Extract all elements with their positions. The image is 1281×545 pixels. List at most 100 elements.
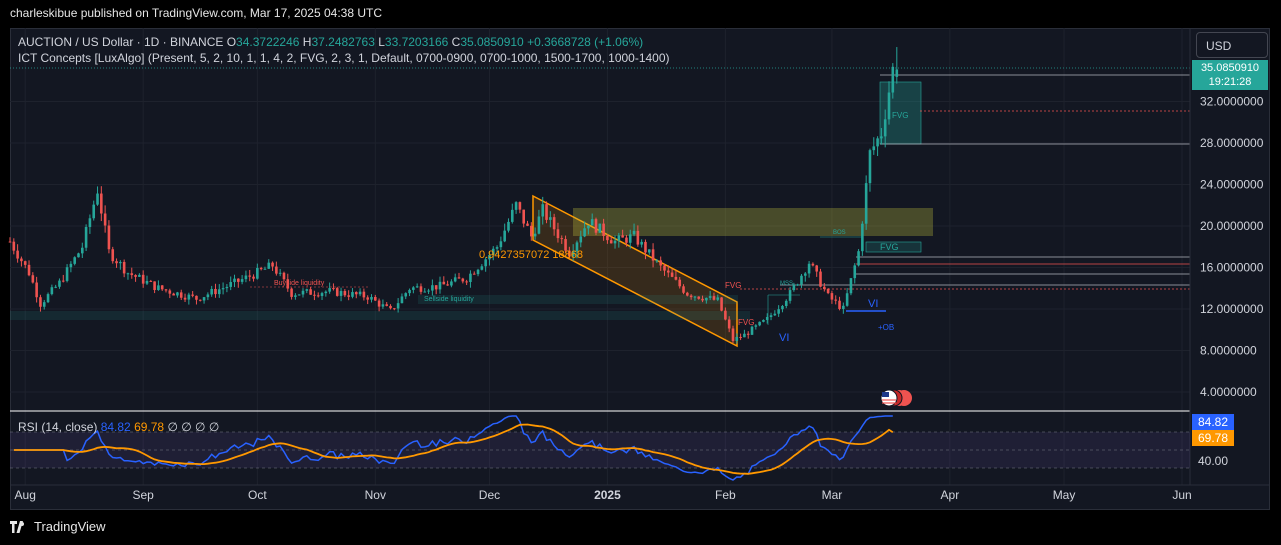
candle-body [731,328,735,341]
candle-body [282,272,286,280]
candle-body [400,296,404,304]
candle-body [609,240,613,244]
candle-body [119,261,122,264]
time-tick: Jun [1172,488,1191,502]
candle-body [130,273,134,276]
candle-body [267,262,271,269]
candle-body [347,295,350,297]
candle-body [666,270,670,273]
candle-body [309,289,312,295]
candle-body [157,285,160,290]
candle-body [594,219,598,233]
candle-body [275,266,278,274]
bos-label: BOS [833,230,846,236]
candle-body [701,298,704,301]
candle-body [693,296,697,298]
candle-body [240,279,244,282]
candle-body [362,291,366,298]
candle-body [689,295,693,298]
empty-value: ∅ [195,420,206,434]
candle-body [46,294,50,303]
candle-body [427,290,430,292]
candle-body [385,304,389,306]
candle-body [84,226,88,248]
time-tick: Aug [15,488,36,502]
time-tick: Sep [133,488,155,502]
candle-body [16,250,19,259]
candle-body [305,289,309,291]
candle-body [153,281,156,290]
candle-body [301,290,305,295]
symbol-name[interactable]: AUCTION / US Dollar · 1D · BINANCE [18,35,223,49]
fvg-label-2: FVG [880,242,899,252]
candle-body [187,294,191,300]
empty-value: ∅ [181,420,192,434]
candle-body [256,267,259,279]
indicator-legend[interactable]: ICT Concepts [LuxAlgo] (Present, 5, 2, 1… [18,51,670,65]
price-tick: 4.0000000 [1200,385,1257,399]
last-price: 35.0850910 [1200,62,1260,74]
candle-body [651,249,655,261]
candle-body [65,267,69,281]
candle-body [290,288,293,297]
candle-body [313,294,316,296]
candle-body [815,265,819,272]
us-flag-icon[interactable] [880,389,912,407]
candle-body [92,204,96,219]
candle-body [160,285,164,290]
candle-body [632,230,636,235]
price-tick: 20.0000000 [1200,219,1264,233]
candle-body [811,263,815,266]
low-label: L [378,35,385,49]
rsi-level-tick: 40.00 [1197,454,1229,468]
currency-button[interactable]: USD [1196,32,1268,58]
time-tick: Mar [822,488,843,502]
candle-body [472,273,476,275]
candle-body [210,288,213,295]
time-tick: May [1053,488,1076,502]
candle-body [606,235,609,241]
candle-body [351,292,354,297]
candle-body [613,240,617,244]
tradingview-brand[interactable]: TradingView [34,519,106,534]
candle-body [408,289,411,294]
candle-body [23,261,27,265]
candle-body [297,294,301,296]
candle-body [225,286,229,289]
candle-body [838,300,841,309]
vi-label: VI [868,298,878,310]
price-tick: 12.0000000 [1200,302,1264,316]
candle-body [389,305,392,309]
open-label: O [226,35,237,49]
ob-label: +OB [878,323,894,332]
price-chart[interactable]: FVG FVG FVG FVG BOS MSS VI VI +OB Buysid… [0,0,1281,545]
candle-body [58,280,61,287]
time-tick: Feb [715,488,736,502]
candle-body [358,291,362,295]
candle-body [111,249,115,262]
buyside-label: Buyside liquidity [274,280,325,287]
candle-body [27,264,31,276]
candle-body [670,272,674,277]
candle-body [803,273,807,276]
candle-body [845,293,849,306]
candle-body [54,286,57,288]
candle-body [453,277,457,282]
candle-body [625,237,628,243]
fvg-label-4: FVG [738,318,754,327]
candle-body [583,228,586,237]
rsi-legend[interactable]: RSI (14, close) 84.82 69.78 ∅ ∅ ∅ ∅ [18,420,219,434]
candle-body [339,291,343,296]
candle-body [857,251,860,266]
candle-body [183,297,187,300]
candle-body [50,287,54,295]
candle-body [674,276,678,280]
candle-body [556,229,560,239]
candle-body [758,321,761,326]
candle-body [705,297,708,301]
candle-body [598,223,602,233]
candle-body [518,202,522,210]
candle-body [324,291,328,294]
mss-label: MSS [780,281,793,287]
candle-body [373,297,377,301]
